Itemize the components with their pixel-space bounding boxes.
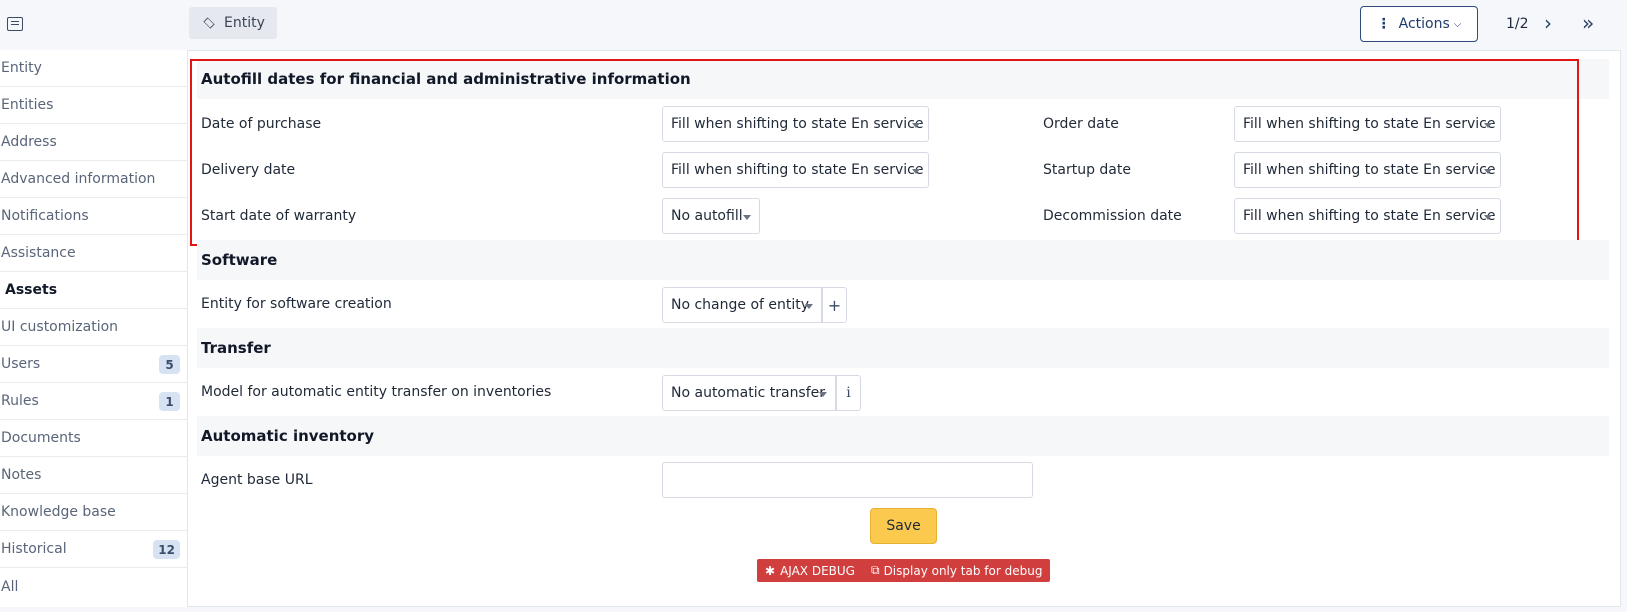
sidebar-item-advanced-information[interactable]: Advanced information — [0, 161, 187, 198]
sidebar-item-label: Assistance — [1, 245, 76, 261]
external-link-icon: ⧉ — [870, 563, 880, 577]
decommission-date-label: Decommission date — [1043, 208, 1182, 224]
delivery-date-label: Delivery date — [201, 162, 296, 178]
sidebar-item-all[interactable]: All — [0, 568, 187, 605]
caret-down-icon — [912, 123, 920, 128]
sidebar-item-documents[interactable]: Documents — [0, 420, 187, 457]
count-badge: 1 — [159, 392, 180, 411]
sidebar-item-historical[interactable]: Historical 12 — [0, 531, 187, 568]
sidebar-item-label: Notifications — [1, 208, 89, 224]
display-tab-debug-link[interactable]: Display only tab for debug — [884, 564, 1043, 578]
autofill-section-header: Autofill dates for financial and adminis… — [197, 59, 1609, 99]
transfer-model-label: Model for automatic entity transfer on i… — [201, 384, 552, 400]
sidebar-item-address[interactable]: Address — [0, 124, 187, 161]
select-value: Fill when shifting to state En service — [671, 162, 924, 178]
sidebar: Entity Entities Address Advanced informa… — [0, 50, 188, 607]
sidebar-item-knowledge-base[interactable]: Knowledge base — [0, 494, 187, 531]
top-bar: Entity ⋮ Actions ⌵ 1/2 › » — [0, 0, 1627, 50]
sidebar-item-users[interactable]: Users 5 — [0, 346, 187, 383]
caret-down-icon — [1484, 123, 1492, 128]
kebab-icon: ⋮ — [1376, 16, 1391, 32]
caret-down-icon — [1484, 169, 1492, 174]
sidebar-item-label: UI customization — [1, 319, 119, 335]
sidebar-item-notifications[interactable]: Notifications — [0, 198, 187, 235]
order-date-label: Order date — [1043, 116, 1119, 132]
sidebar-item-label: Address — [1, 134, 57, 150]
sidebar-item-label: Assets — [5, 282, 58, 298]
list-menu-icon[interactable] — [7, 17, 23, 31]
sidebar-item-label: Entities — [1, 97, 54, 113]
date-of-purchase-label: Date of purchase — [201, 116, 322, 132]
sidebar-item-label: Users — [1, 356, 41, 372]
count-badge: 12 — [153, 540, 180, 559]
select-value: No change of entity — [671, 297, 810, 313]
agent-url-input[interactable] — [662, 462, 1033, 498]
sidebar-item-ui-customization[interactable]: UI customization — [0, 309, 187, 346]
sidebar-item-assistance[interactable]: Assistance — [0, 235, 187, 272]
sidebar-item-label: Advanced information — [1, 171, 156, 187]
transfer-section-header: Transfer — [197, 328, 1609, 368]
select-value: Fill when shifting to state En service — [1243, 116, 1496, 132]
sidebar-item-entities[interactable]: Entities — [0, 87, 187, 124]
warranty-start-select[interactable]: No autofill — [662, 198, 760, 234]
actions-label: Actions — [1398, 16, 1450, 32]
pager-count: 1/2 — [1506, 16, 1529, 32]
next-page-icon[interactable]: › — [1544, 13, 1552, 33]
sidebar-item-label: Entity — [1, 60, 42, 76]
sidebar-item-label: Notes — [1, 467, 42, 483]
info-icon[interactable]: i — [836, 375, 861, 411]
sidebar-item-label: Documents — [1, 430, 81, 446]
transfer-model-select[interactable]: No automatic transfer i — [662, 375, 861, 411]
bug-icon: ✱ — [765, 563, 776, 578]
warranty-start-label: Start date of warranty — [201, 208, 357, 224]
date-of-purchase-select[interactable]: Fill when shifting to state En service — [662, 106, 929, 142]
sidebar-item-label: Historical — [1, 541, 67, 557]
sidebar-item-assets[interactable]: Assets — [0, 272, 187, 309]
software-entity-label: Entity for software creation — [201, 296, 392, 312]
caret-down-icon — [743, 215, 751, 220]
actions-button[interactable]: ⋮ Actions ⌵ — [1360, 6, 1478, 42]
agent-url-label: Agent base URL — [201, 472, 313, 488]
debug-bar: ✱ AJAX DEBUG ⧉ Display only tab for debu… — [757, 559, 1050, 582]
delivery-date-select[interactable]: Fill when shifting to state En service — [662, 152, 929, 188]
startup-date-label: Startup date — [1043, 162, 1131, 178]
sidebar-item-label: Rules — [1, 393, 39, 409]
decommission-date-select[interactable]: Fill when shifting to state En service — [1234, 198, 1501, 234]
caret-down-icon — [819, 392, 827, 397]
chevron-down-icon: ⌵ — [1453, 18, 1462, 30]
sidebar-item-label: All — [1, 578, 19, 595]
inventory-section-header: Automatic inventory — [197, 416, 1609, 456]
order-date-select[interactable]: Fill when shifting to state En service — [1234, 106, 1501, 142]
entity-breadcrumb-tab[interactable]: Entity — [189, 7, 277, 39]
caret-down-icon — [1484, 215, 1492, 220]
select-value: No autofill — [671, 208, 743, 224]
last-page-icon[interactable]: » — [1582, 13, 1594, 33]
sidebar-item-notes[interactable]: Notes — [0, 457, 187, 494]
sidebar-item-label: Knowledge base — [1, 504, 116, 520]
select-value: Fill when shifting to state En service — [1243, 162, 1496, 178]
ajax-debug-button[interactable]: AJAX DEBUG — [780, 564, 855, 578]
select-value: No automatic transfer — [671, 385, 826, 401]
select-value: Fill when shifting to state En service — [671, 116, 924, 132]
add-plus-icon[interactable]: + — [822, 287, 847, 323]
layers-icon — [203, 17, 215, 29]
count-badge: 5 — [159, 355, 180, 374]
startup-date-select[interactable]: Fill when shifting to state En service — [1234, 152, 1501, 188]
save-button[interactable]: Save — [870, 508, 937, 544]
sidebar-item-rules[interactable]: Rules 1 — [0, 383, 187, 420]
select-value: Fill when shifting to state En service — [1243, 208, 1496, 224]
caret-down-icon — [805, 304, 813, 309]
entity-tab-label: Entity — [224, 15, 265, 31]
software-section-header: Software — [197, 240, 1609, 280]
sidebar-item-entity[interactable]: Entity — [0, 50, 187, 87]
software-entity-select[interactable]: No change of entity + — [662, 287, 847, 323]
caret-down-icon — [912, 169, 920, 174]
